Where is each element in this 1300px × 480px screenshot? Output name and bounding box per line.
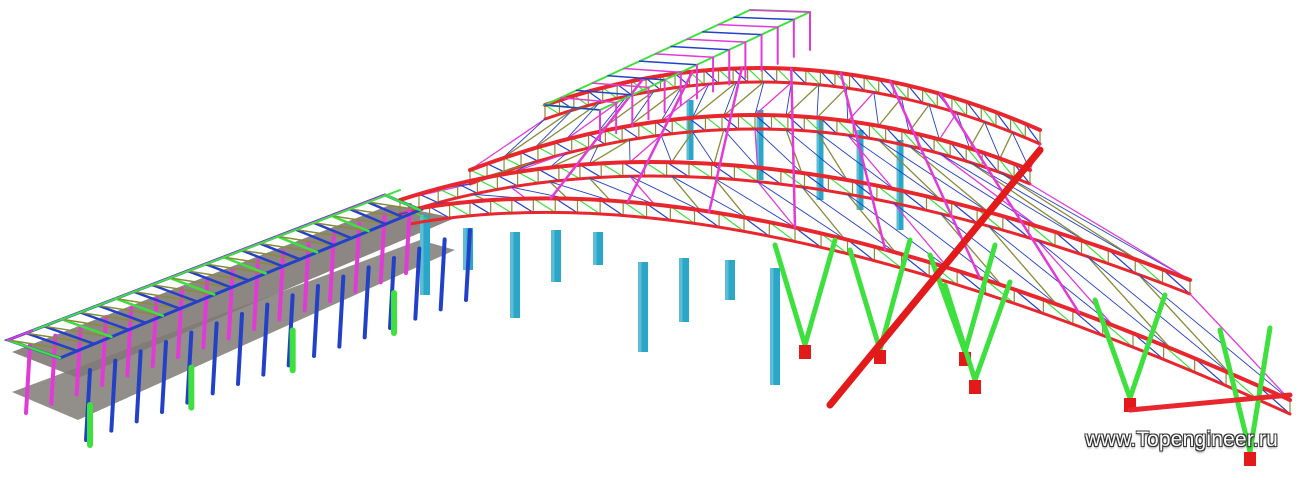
roof-cross-beam: [839, 71, 887, 251]
truss-diagonal: [704, 116, 723, 131]
truss-diagonal: [703, 69, 720, 84]
truss-diagonal: [554, 141, 573, 153]
roof-bracing: [908, 145, 1038, 227]
truss-diagonal: [571, 137, 590, 149]
truss-diagonal: [486, 163, 505, 173]
roof-purlin: [877, 97, 903, 127]
arched-roof-trusses: [398, 8, 1292, 416]
roof-bracing: [692, 131, 715, 165]
truss-diagonal: [621, 126, 640, 139]
upper-extension-rafter: [686, 38, 747, 43]
truss-top-chord: [408, 196, 1292, 402]
truss-diagonal: [490, 199, 513, 214]
column-base: [969, 380, 981, 394]
truss-diagonal: [418, 193, 439, 204]
truss-diagonal: [503, 157, 522, 167]
truss-diagonal: [476, 178, 498, 190]
hall-column-highlight: [463, 228, 467, 270]
upper-extension-rafter: [670, 45, 730, 51]
truss-diagonal: [638, 123, 657, 137]
truss-diagonal: [579, 164, 602, 178]
roof-purlin: [999, 171, 1139, 261]
upper-extension-rafter: [638, 60, 698, 66]
upper-extension-rafter: [701, 31, 763, 36]
roof-bracing: [692, 83, 710, 119]
truss-diagonal: [671, 119, 690, 133]
hall-column-highlight: [638, 262, 642, 352]
upper-extension-rafter: [623, 67, 682, 74]
upper-extension-rafter: [749, 9, 811, 13]
truss-diagonal: [520, 151, 539, 162]
roof-bracing: [723, 129, 758, 168]
truss-diagonal: [747, 67, 763, 83]
roof-purlin: [754, 82, 792, 116]
truss-diagonal: [517, 171, 539, 184]
upper-extension-rafter: [654, 53, 714, 58]
roof-bracing: [928, 104, 940, 140]
truss-diagonal: [537, 168, 560, 182]
v-brace-right-leg: [802, 237, 838, 348]
hall-column-highlight: [510, 232, 514, 318]
truss-diagonal: [448, 203, 471, 217]
hall-column-highlight: [725, 260, 729, 300]
upper-extension-frame: [541, 8, 811, 112]
upper-extension-rafter: [733, 16, 795, 21]
roof-purlin: [999, 131, 1013, 160]
v-brace-left-leg: [847, 247, 883, 353]
truss-diagonal: [537, 146, 556, 158]
truss-diagonal: [600, 162, 624, 178]
hall-column-highlight: [679, 258, 683, 322]
roof-bracing: [988, 225, 1114, 326]
truss-diagonal: [469, 201, 492, 215]
roof-bracing: [816, 84, 820, 119]
column-base: [799, 345, 811, 359]
structural-model-3d-view: [3, 8, 1293, 466]
truss-diagonal: [437, 188, 459, 199]
hall-column-highlight: [593, 232, 597, 265]
roof-bracing: [660, 134, 673, 163]
truss-diagonal: [604, 129, 623, 142]
truss-diagonal: [717, 68, 734, 84]
truss-diagonal: [511, 198, 534, 214]
upper-extension-rafter: [717, 23, 779, 28]
truss-diagonal: [496, 174, 519, 187]
roof-purlin: [501, 109, 573, 160]
roof-cross-beam: [707, 66, 744, 213]
hall-column-highlight: [770, 268, 774, 385]
roof-bracing: [873, 91, 879, 127]
v-brace-left-leg: [1092, 297, 1133, 401]
truss-diagonal: [532, 197, 556, 214]
column-base: [1244, 452, 1256, 466]
hall-column-highlight: [551, 230, 555, 282]
watermark-text: www.Topengineer.ru: [1085, 428, 1278, 451]
roof-bracing: [938, 152, 1088, 243]
truss-diagonal: [737, 114, 756, 130]
roof-purlin: [816, 87, 847, 119]
